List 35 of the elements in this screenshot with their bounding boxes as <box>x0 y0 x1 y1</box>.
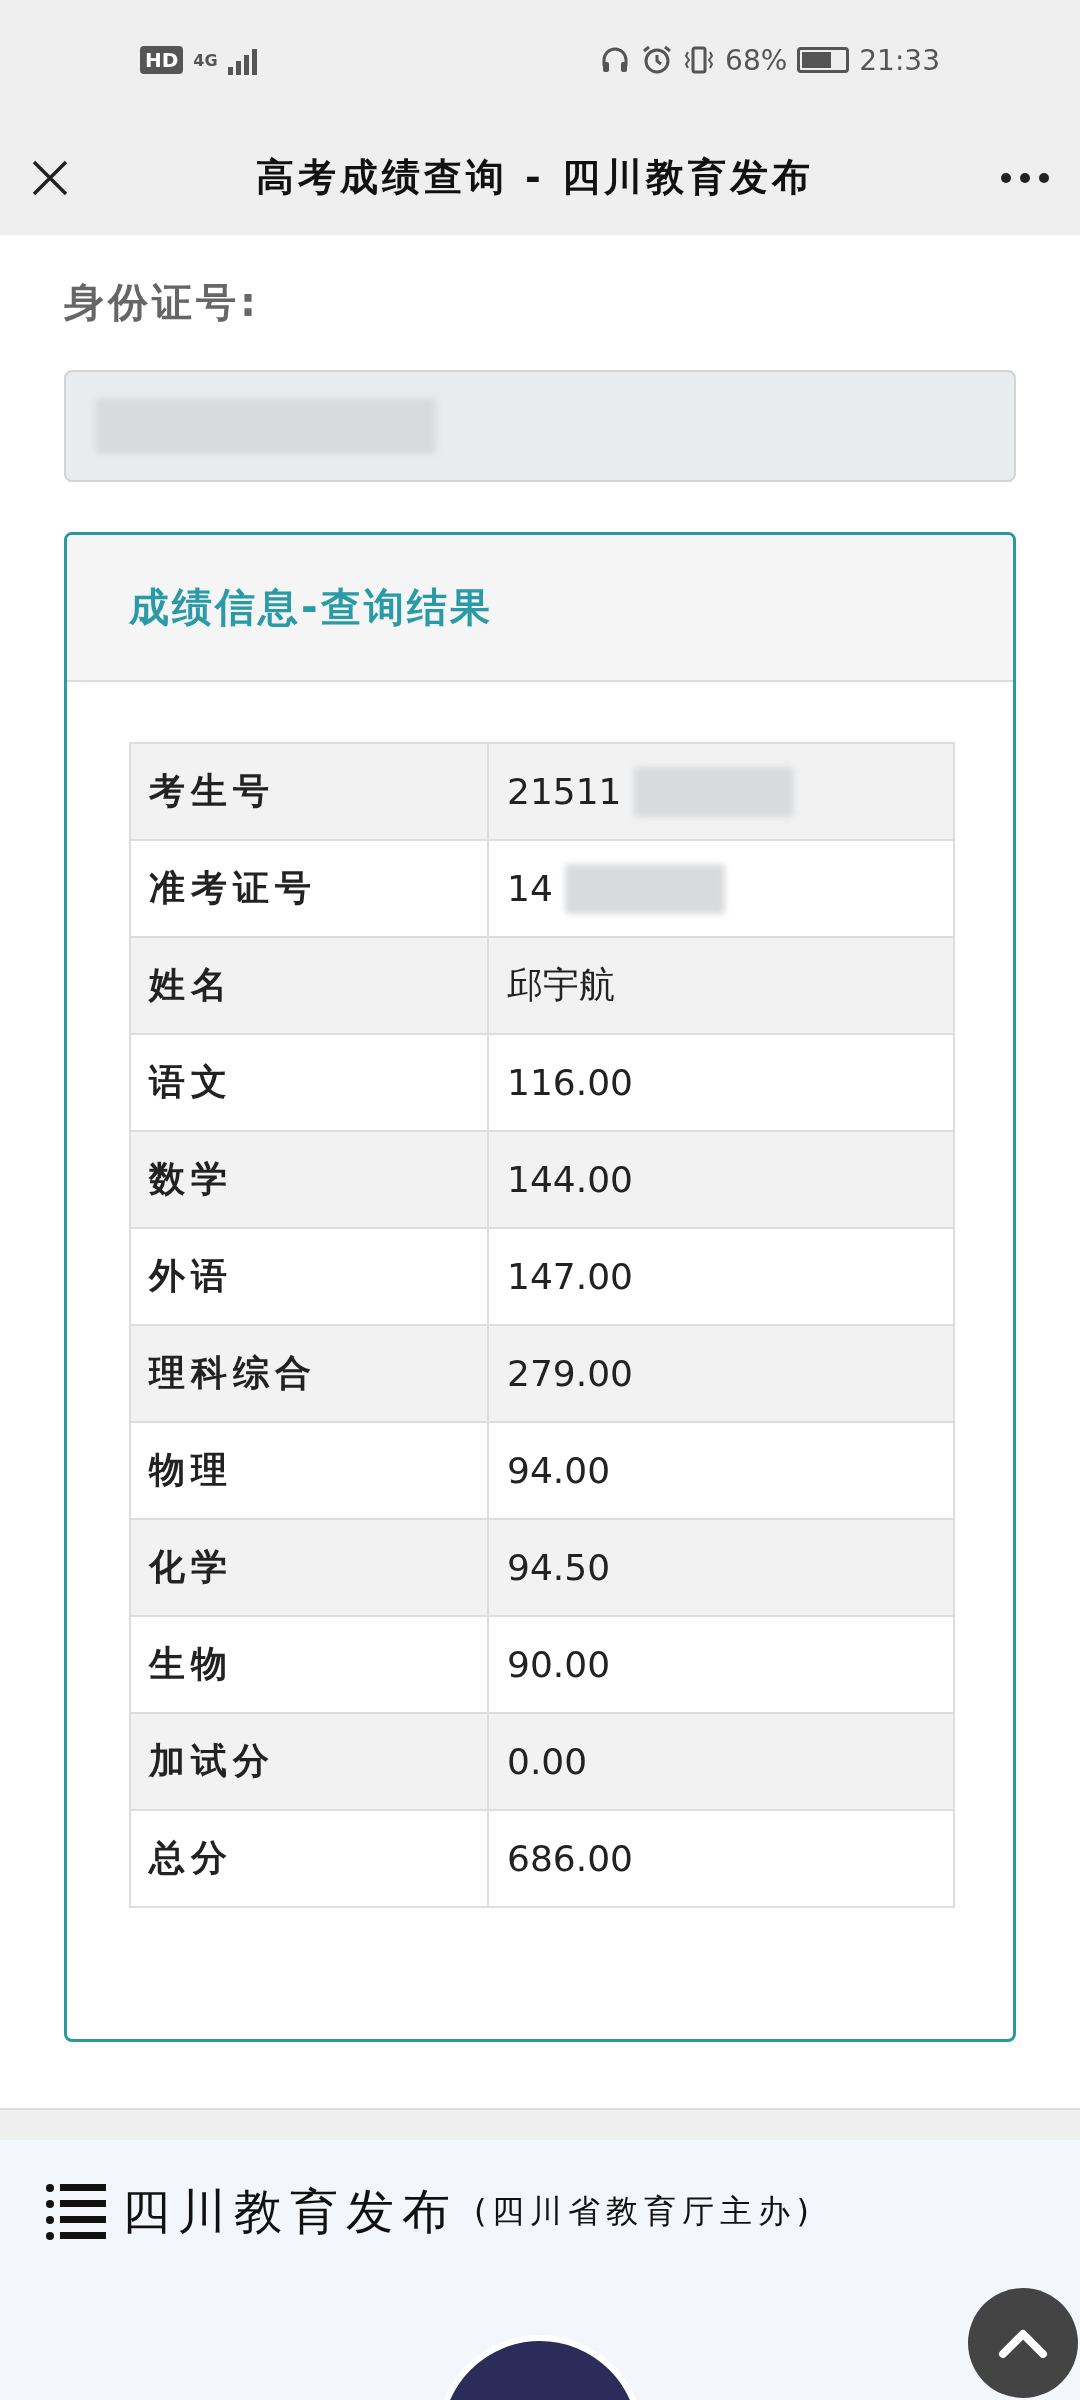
chevron-up-icon <box>998 2327 1048 2359</box>
table-cell: 加试分 <box>130 1713 488 1810</box>
table-cell: 147.00 <box>507 1256 633 1297</box>
hd-indicator: HD <box>140 46 184 74</box>
more-icon[interactable] <box>1000 171 1050 184</box>
table-cell: 总分 <box>130 1810 488 1907</box>
table-cell: 理科综合 <box>130 1325 488 1422</box>
table-cell: 144.00 <box>507 1159 633 1200</box>
footer-title: 四川教育发布 <box>122 2182 458 2241</box>
table-cell: 考生号 <box>130 743 488 840</box>
network-type: 4G <box>193 50 218 70</box>
table-cell: 数学 <box>130 1131 488 1228</box>
table-cell: 90.00 <box>507 1644 611 1685</box>
field-label: 身份证号: <box>64 278 261 327</box>
clock: 21:33 <box>859 43 940 77</box>
alarm-clock-icon <box>641 44 674 76</box>
vibrate-icon <box>683 44 716 76</box>
id-number-field[interactable] <box>64 370 1016 482</box>
list-icon <box>46 2184 106 2240</box>
table-cell: 14 <box>507 868 553 909</box>
table-cell: 0.00 <box>507 1741 588 1782</box>
table-cell-text: 邱宇航 <box>507 963 615 1007</box>
table-cell: 279.00 <box>507 1353 633 1394</box>
table-cell: 94.50 <box>507 1547 611 1588</box>
table-cell: 94.00 <box>507 1450 611 1491</box>
table-cell: 姓名 <box>130 937 488 1034</box>
battery-percent: 68% <box>725 43 788 77</box>
table-cell: 686.00 <box>507 1838 633 1879</box>
panel-title: 成绩信息-查询结果 <box>67 535 1013 682</box>
table-cell: 化学 <box>130 1519 488 1616</box>
battery-icon <box>797 47 850 73</box>
table-cell: 116.00 <box>507 1062 633 1103</box>
table-cell: 21511 <box>507 771 622 812</box>
page-title: 高考成绩查询 - 四川教育发布 <box>254 154 816 201</box>
footer-subtitle: (四川省教育厅主办) <box>474 2191 815 2232</box>
